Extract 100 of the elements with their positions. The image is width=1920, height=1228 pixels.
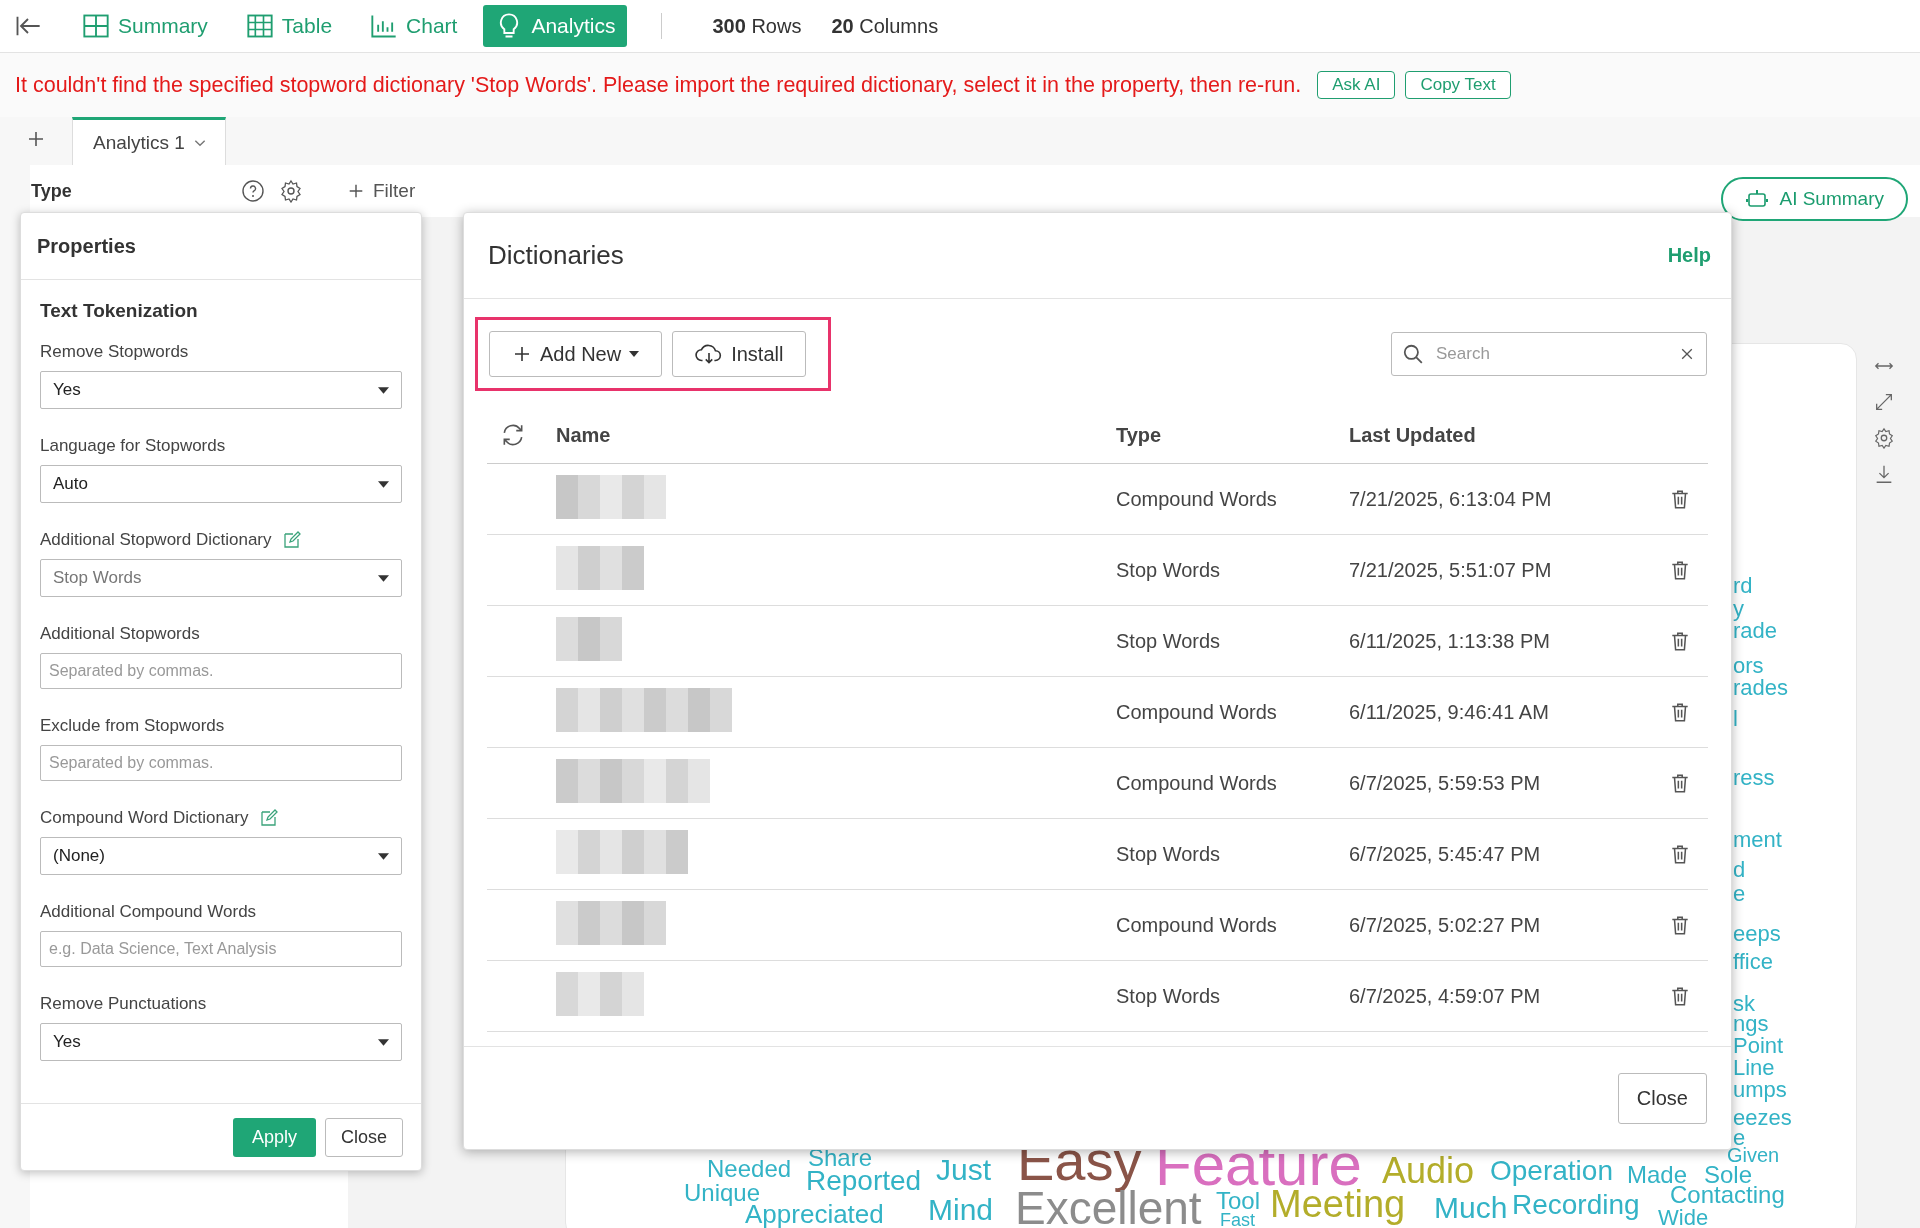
delete-icon[interactable] [1669, 488, 1691, 510]
grid-icon [82, 12, 110, 40]
field-label: Additional Stopword Dictionary [40, 530, 272, 550]
cloud-word: ors [1733, 655, 1764, 677]
dropdown[interactable]: Auto [40, 465, 402, 503]
delete-icon[interactable] [1669, 985, 1691, 1007]
delete-icon[interactable] [1669, 772, 1691, 794]
dropdown[interactable]: Yes [40, 1023, 402, 1061]
fullscreen-icon[interactable] [1873, 391, 1895, 413]
search-icon [1402, 343, 1424, 365]
dropdown[interactable]: Yes [40, 371, 402, 409]
add-new-button[interactable]: Add New [489, 331, 663, 377]
cloud-word: Point [1733, 1035, 1784, 1057]
delete-icon[interactable] [1669, 559, 1691, 581]
error-message: It couldn't find the specified stopword dictionary 'Stop Words'. Please import the required dictionary, select it in the property, then re-run. [15, 72, 1302, 98]
column-header: Type [1116, 423, 1163, 447]
cloud-word: rade [1733, 620, 1778, 642]
table-cell-text: 6/11/2025, 1:13:38 PM [1349, 629, 1551, 653]
table-cell-text: 6/11/2025, 9:46:41 AM [1349, 700, 1550, 724]
type-label: Type [31, 180, 73, 202]
cloud-word: d [1733, 859, 1746, 881]
text-field[interactable]: Separated by commas. [40, 745, 402, 781]
caret-icon [629, 351, 640, 357]
pixelated-name [556, 617, 622, 661]
cloud-word: Much [1434, 1193, 1508, 1223]
table-cell-text: Stop Words [1116, 629, 1222, 653]
caret-icon [378, 852, 389, 860]
plus-icon [347, 182, 365, 200]
text-field[interactable]: e.g. Data Science, Text Analysis [40, 931, 402, 967]
dropdown[interactable]: (None) [40, 837, 402, 875]
caret-icon [378, 386, 389, 394]
cloud-word: eezes [1733, 1107, 1792, 1129]
dialog-title: Dictionaries [488, 240, 624, 271]
plus-icon [512, 344, 532, 364]
caret-icon [378, 1038, 389, 1046]
section-heading: Text Tokenization [40, 300, 199, 322]
cloud-word: Mind [928, 1195, 994, 1225]
delete-icon[interactable] [1669, 843, 1691, 865]
close-button[interactable]: Close [1617, 1072, 1707, 1124]
field-label: Remove Stopwords [40, 342, 189, 362]
install-button[interactable]: Install [672, 331, 807, 377]
cloud-word: Operation [1490, 1157, 1613, 1185]
field-label: Remove Punctuations [40, 994, 207, 1014]
field-label: Compound Word Dictionary [40, 808, 249, 828]
error-action-button[interactable]: Ask AI [1317, 71, 1396, 99]
delete-icon[interactable] [1669, 914, 1691, 936]
caret-icon [378, 480, 389, 488]
table-cell-text: Stop Words [1116, 558, 1222, 582]
cloud-word: Line [1733, 1057, 1775, 1079]
settings-icon[interactable] [1873, 427, 1895, 449]
settings-icon[interactable] [279, 179, 303, 203]
ai-summary-button[interactable]: AI Summary [1721, 177, 1908, 221]
delete-icon[interactable] [1669, 701, 1691, 723]
edit-icon[interactable] [281, 530, 302, 550]
cloud-download-icon [695, 343, 724, 365]
field-label: Additional Stopwords [40, 624, 200, 644]
table-cell-text: Compound Words [1116, 700, 1278, 724]
delete-icon[interactable] [1669, 630, 1691, 652]
close-button[interactable]: Close [324, 1117, 403, 1157]
analytics-tab[interactable]: Analytics 1 [72, 117, 226, 165]
count-label: 300 Rows [712, 14, 802, 38]
table-cell-text: 6/7/2025, 5:45:47 PM [1349, 842, 1542, 866]
table-cell-text: Compound Words [1116, 487, 1278, 511]
cloud-word: rades [1733, 677, 1789, 699]
edit-icon[interactable] [258, 808, 279, 828]
cloud-word: sk [1733, 993, 1755, 1015]
panel-title: Properties [21, 213, 421, 280]
table-icon [245, 12, 274, 40]
caret-icon [378, 574, 389, 582]
cloud-word: rd [1733, 575, 1753, 597]
field-label: Additional Compound Words [40, 902, 257, 922]
help-icon[interactable] [241, 179, 265, 203]
cloud-word: ress [1733, 767, 1775, 789]
search-field[interactable]: Search [1391, 332, 1707, 376]
add-tab-icon[interactable] [26, 129, 46, 149]
column-header: Last Updated [1349, 423, 1477, 447]
filter-button[interactable]: Filter [341, 179, 422, 203]
column-header: Name [556, 423, 612, 447]
cloud-word: Share [808, 1146, 873, 1170]
count-label: 20 Columns [831, 14, 939, 38]
cloud-word: ffice [1733, 951, 1773, 973]
text-field[interactable]: Separated by commas. [40, 653, 402, 689]
table-cell-text: Compound Words [1116, 913, 1278, 937]
cloud-word: ngs [1733, 1013, 1769, 1035]
dropdown[interactable]: Stop Words [40, 559, 402, 597]
cloud-word: umps [1733, 1079, 1787, 1101]
cloud-word: Needed [707, 1157, 792, 1181]
table-cell-text: Stop Words [1116, 842, 1222, 866]
cloud-word: Just [936, 1155, 992, 1185]
cloud-word: eeps [1733, 923, 1781, 945]
cloud-word: Wide [1658, 1207, 1709, 1228]
error-action-button[interactable]: Copy Text [1405, 71, 1511, 99]
field-label: Language for Stopwords [40, 436, 226, 456]
table-cell-text: Stop Words [1116, 984, 1222, 1008]
clear-icon[interactable] [1679, 346, 1695, 362]
cloud-word: Reported [806, 1167, 922, 1195]
table-cell-text: Compound Words [1116, 771, 1278, 795]
table-cell-text: 7/21/2025, 5:51:07 PM [1349, 558, 1553, 582]
table-cell-text: 6/7/2025, 5:02:27 PM [1349, 913, 1542, 937]
table-cell-text: 6/7/2025, 5:59:53 PM [1349, 771, 1542, 795]
